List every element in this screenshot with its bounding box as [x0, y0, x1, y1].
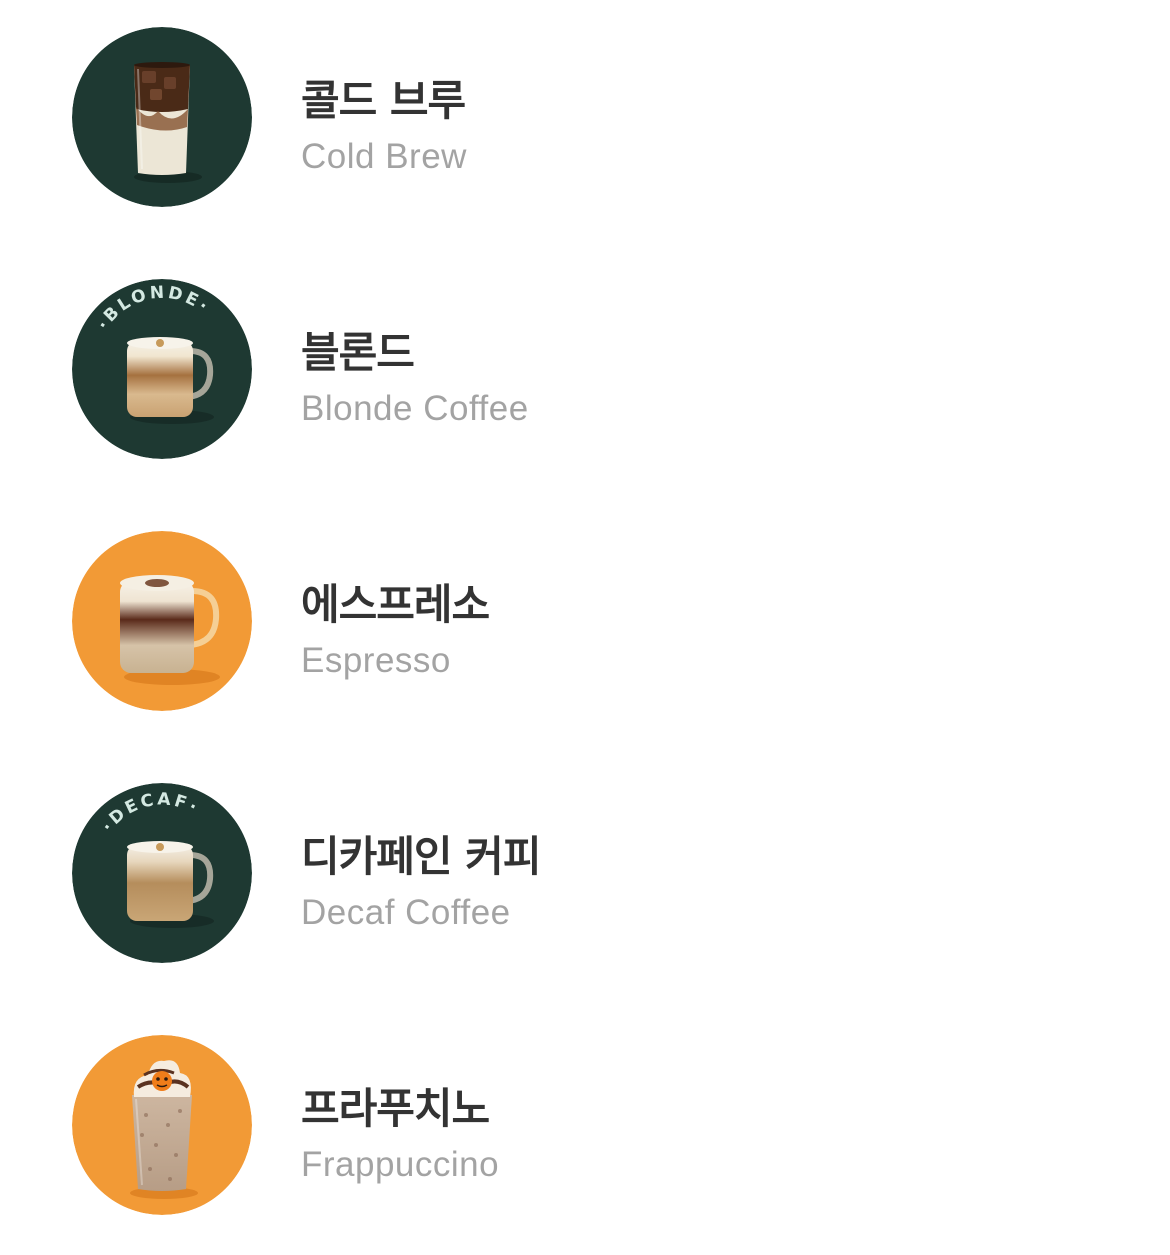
- menu-item-subtitle: Decaf Coffee: [301, 893, 511, 932]
- menu-item-blonde[interactable]: ·BLONDE· 블론드 Blonde Coffee: [0, 279, 1170, 499]
- menu-item-frappuccino[interactable]: 프라푸치노 Frappuccino: [0, 1035, 1170, 1255]
- menu-item-espresso[interactable]: 에스프레소 Espresso: [0, 531, 1170, 751]
- menu-item-subtitle: Frappuccino: [301, 1145, 500, 1184]
- menu-item-title: 블론드: [301, 328, 415, 377]
- menu-item-subtitle: Espresso: [301, 641, 451, 680]
- cold-brew-glass-icon: [72, 27, 252, 207]
- menu-list: 콜드 브루 Cold Brew ·BLONDE· 블론드 Blonde Coff…: [0, 0, 1170, 1240]
- menu-item-title: 콜드 브루: [301, 76, 466, 125]
- menu-item-title: 에스프레소: [301, 580, 490, 629]
- menu-item-title: 프라푸치노: [301, 1084, 490, 1133]
- menu-item-cold-brew[interactable]: 콜드 브루 Cold Brew: [0, 27, 1170, 247]
- menu-item-subtitle: Blonde Coffee: [301, 389, 529, 428]
- frappuccino-cup-icon: [72, 1035, 252, 1215]
- menu-item-decaf[interactable]: ·DECAF· 디카페인 커피 Decaf Coffee: [0, 783, 1170, 1003]
- decaf-mug-icon: ·DECAF·: [72, 783, 252, 963]
- menu-item-title: 디카페인 커피: [301, 832, 541, 881]
- espresso-mug-icon: [72, 531, 252, 711]
- menu-item-subtitle: Cold Brew: [301, 137, 467, 176]
- blonde-mug-icon: ·BLONDE·: [72, 279, 252, 459]
